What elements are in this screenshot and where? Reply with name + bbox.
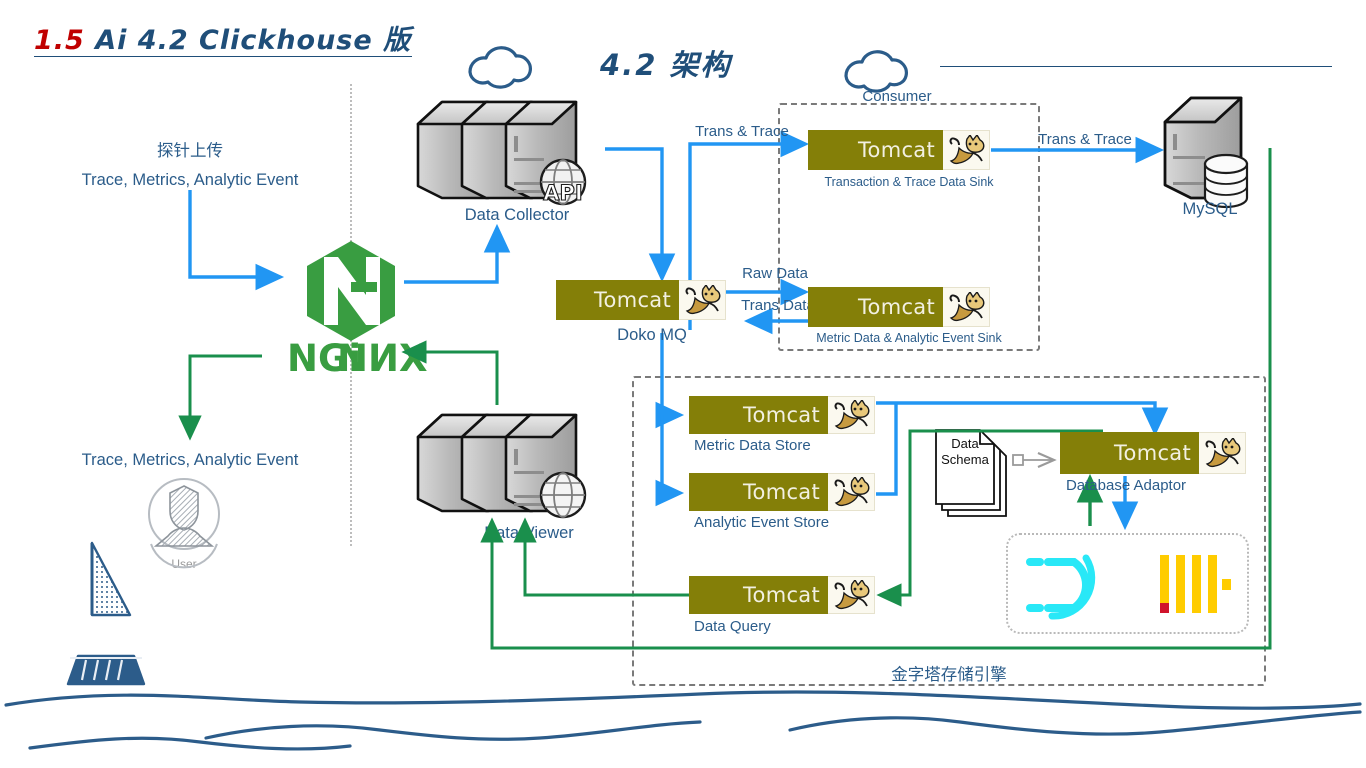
- api-globe-badge: API: [539, 158, 587, 206]
- node-label-data-query: Data Query: [694, 618, 771, 635]
- node-label-data-collector: Data Collector: [464, 206, 570, 224]
- tomcat-product-label: Tomcat: [742, 583, 820, 607]
- download-payload-label: Trace, Metrics, Analytic Event: [81, 451, 299, 469]
- edge-nginx-to-collector: [404, 223, 511, 284]
- tomcat-data-query[interactable]: Tomcat: [689, 576, 875, 614]
- tomcat-database-adaptor[interactable]: Tomcat: [1060, 432, 1246, 474]
- tomcat-cat-icon: [943, 287, 990, 327]
- tomcat-metric-event-sink[interactable]: Tomcat: [808, 287, 990, 327]
- tomcat-body: Tomcat: [689, 473, 828, 511]
- tomcat-cat-icon: [679, 280, 726, 320]
- upload-payload-label: Trace, Metrics, Analytic Event: [81, 171, 299, 189]
- tomcat-body: Tomcat: [689, 576, 828, 614]
- edge-upload-to-nginx: [188, 190, 285, 291]
- cloud-icon-consumer: [844, 50, 908, 93]
- tomcat-product-label: Tomcat: [857, 295, 935, 319]
- upload-label: 探针上传: [157, 142, 223, 160]
- tomcat-product-label: Tomcat: [742, 480, 820, 504]
- tomcat-cat-icon: [828, 473, 875, 511]
- tomcat-product-label: Tomcat: [857, 138, 935, 162]
- tomcat-metric-data-store[interactable]: Tomcat: [689, 396, 875, 434]
- avatar: [148, 478, 220, 569]
- wave-lines: [4, 690, 1362, 751]
- group-label-storage-engine: 金字塔存储引擎: [891, 666, 1007, 684]
- tomcat-analytic-event-store[interactable]: Tomcat: [689, 473, 875, 511]
- nginx-wordmark: NGi И ИX: [287, 337, 428, 380]
- edge-label-trans-trace-mysql: Trans & Trace: [1038, 131, 1132, 148]
- tomcat-body: Tomcat: [689, 396, 828, 434]
- tomcat-cat-icon: [1199, 432, 1246, 474]
- server-stack-icon-viewer: [416, 413, 587, 519]
- title-version: 1.5: [34, 25, 85, 56]
- title-underline: [34, 56, 412, 57]
- section-divider: [350, 84, 352, 546]
- data-schema-line1: Data: [951, 436, 979, 451]
- node-label-analytic-event-store: Analytic Event Store: [694, 514, 830, 531]
- edge-label-trans-data: Trans Data: [741, 297, 815, 314]
- tomcat-body: Tomcat: [556, 280, 679, 320]
- center-title: 4.2 架构: [600, 48, 732, 82]
- node-label-database-adaptor: Database Adaptor: [1065, 477, 1187, 494]
- database-server-icon: [1163, 96, 1249, 209]
- header-rule-right: [940, 66, 1332, 67]
- svg-text:И: И: [337, 337, 368, 380]
- node-label-metric-event-sink: Metric Data & Analytic Event Sink: [816, 331, 1002, 345]
- page-title: 1.5 Ai 4.2 Clickhouse 版: [34, 18, 411, 57]
- data-schema-line2: Schema: [941, 452, 989, 467]
- svg-text:API: API: [543, 181, 582, 205]
- tomcat-cat-icon: [943, 130, 990, 170]
- tomcat-product-label: Tomcat: [742, 403, 820, 427]
- sailboat-icon: [66, 541, 146, 686]
- edge-nginx-to-user: [178, 354, 262, 441]
- server-stack-icon-collector: API: [416, 100, 587, 206]
- tomcat-body: Tomcat: [808, 130, 943, 170]
- globe-badge-viewer: [539, 471, 587, 519]
- tomcat-cat-icon: [828, 576, 875, 614]
- node-label-data-viewer: Data Viewer: [484, 524, 574, 542]
- edge-collector-to-dokomq: [605, 147, 676, 283]
- tomcat-product-label: Tomcat: [1113, 441, 1191, 465]
- title-text: Ai 4.2 Clickhouse 版: [95, 25, 412, 56]
- svg-text:ИX: ИX: [368, 337, 428, 380]
- tomcat-product-label: Tomcat: [593, 288, 671, 312]
- user-label: User: [171, 557, 197, 571]
- node-label-metric-data-store: Metric Data Store: [694, 437, 811, 454]
- data-schema-label: Data Schema: [941, 436, 989, 468]
- edge-label-trans-trace-sink: Trans & Trace: [695, 123, 789, 140]
- tomcat-body: Tomcat: [808, 287, 943, 327]
- tomcat-trans-trace-sink[interactable]: Tomcat: [808, 130, 990, 170]
- clickhouse-logo: [1160, 555, 1231, 613]
- edge-viewer-to-nginx: [401, 340, 499, 405]
- node-label-trans-trace-sink: Transaction & Trace Data Sink: [824, 175, 994, 189]
- node-label-mysql: MySQL: [1182, 200, 1238, 218]
- edge-label-raw-data: Raw Data: [742, 265, 808, 282]
- cloud-icon-collector: [468, 46, 532, 89]
- tomcat-cat-icon: [828, 396, 875, 434]
- node-label-doko-mq: Doko MQ: [617, 326, 687, 344]
- tomcat-body: Tomcat: [1060, 432, 1199, 474]
- tomcat-doko-mq[interactable]: Tomcat: [556, 280, 726, 320]
